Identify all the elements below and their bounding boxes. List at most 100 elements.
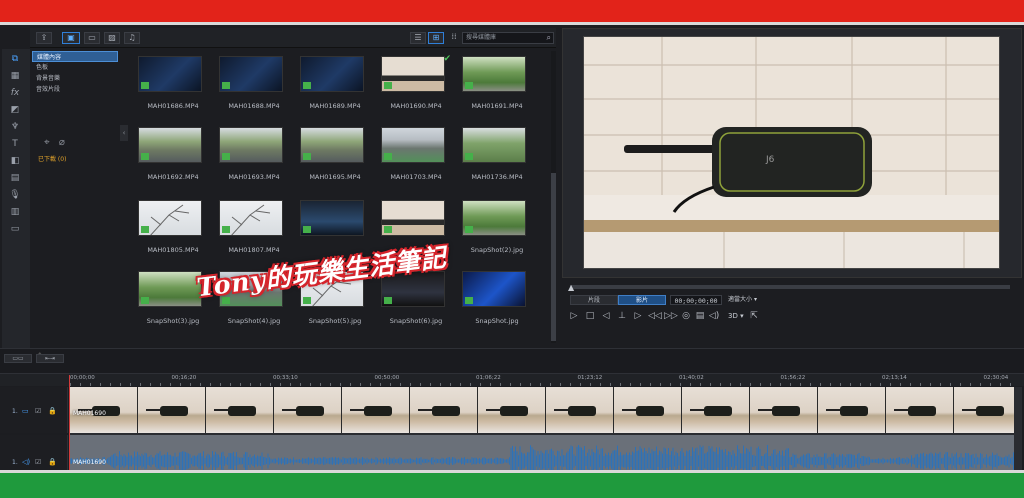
snapshot-icon[interactable]: ◎ (680, 310, 692, 322)
clip-thumbnail (462, 56, 526, 92)
timecode-display[interactable]: 00;00;00;00 (670, 295, 722, 305)
ruler-timecode: 00;00;00 (70, 375, 95, 381)
search-input[interactable]: 搜尋媒體庫 ⌕ (462, 32, 554, 44)
tree-item-bgm[interactable]: 背景音樂 (32, 73, 118, 84)
subtitle-icon[interactable]: ▤ (694, 310, 706, 322)
ruler-timecode: 01;40;02 (679, 375, 704, 381)
device-shape (704, 406, 732, 416)
video-track-clip[interactable]: MAH01690 (70, 387, 1014, 433)
ruler-timecode: 00;16;20 (171, 375, 197, 381)
track-lock-icon[interactable]: 🔒 (48, 407, 57, 415)
progress-handle-icon[interactable]: ▲ (568, 283, 574, 292)
clip-name: SnapShot(3).jpg (146, 317, 200, 325)
title-room-icon[interactable]: T (8, 138, 22, 150)
play-icon[interactable]: ▷ (568, 310, 580, 322)
ruler-timecode: 02;13;14 (882, 375, 907, 381)
library-scroll-thumb[interactable] (551, 173, 556, 341)
particle-room-icon[interactable]: ♆ (8, 121, 22, 133)
device-shape (840, 406, 868, 416)
next-frame-icon[interactable]: ▷ (632, 310, 644, 322)
track-enable-checkbox[interactable]: ☑ (35, 407, 41, 415)
clip-name: MAH01686.MP4 (147, 102, 199, 110)
in-use-marker (303, 82, 311, 89)
subtitle-room-icon[interactable]: ▭ (8, 223, 22, 235)
tree-item-sfx[interactable]: 音效片段 (32, 84, 118, 95)
tree-item-media[interactable]: 媒體內容 (32, 51, 118, 62)
template-room-icon[interactable]: ▦ (8, 70, 22, 82)
timeline-ruler[interactable]: 00;00;00 00;16;20 00;33;10 00;50;00 01;06;22… (0, 373, 1024, 386)
clip-name: SnapShot(5).jpg (308, 317, 362, 325)
all-media-filter-icon[interactable]: ▣ (62, 32, 80, 44)
playback-controls: ▲ 片段 影片 00;00;00;00 適當大小 ▾ ▷ □ ◁ ⊥ ▷ ◁◁ … (562, 280, 1022, 348)
storyboard-view-button[interactable]: ▭▭ (4, 354, 32, 363)
library-toolbar: ⇪ ▣ ▭ ▨ ♫ ☰ ⊞ ⁞⁞ 搜尋媒體庫 ⌕ (30, 28, 556, 48)
in-use-marker (384, 82, 392, 89)
filmstrip-frame (546, 387, 614, 433)
filmstrip-frame (342, 387, 410, 433)
tree-item-color-boards[interactable]: 色板 (32, 62, 118, 73)
clip-name: SnapShot.jpg (475, 317, 519, 325)
ruler-timecode: 00;33;10 (273, 375, 298, 381)
clip-thumbnail (219, 127, 283, 163)
ruler-ticks (70, 383, 1020, 386)
zoom-fit-select[interactable]: 適當大小 ▾ (726, 295, 768, 305)
video-editor-window: ⇪ ▣ ▭ ▨ ♫ ☰ ⊞ ⁞⁞ 搜尋媒體庫 ⌕ ⧉ ▦ fx ◩ ♆ T ◧ … (0, 25, 1024, 489)
volume-icon[interactable]: ◁) (708, 310, 720, 322)
clip-name: SnapShot(4).jpg (227, 317, 281, 325)
clip-name: MAH01695.MP4 (309, 173, 361, 181)
grid-view-icon[interactable]: ⁞⁞ (446, 32, 462, 44)
audio-track-icon: ◁) (22, 458, 31, 466)
stop-icon[interactable]: □ (584, 310, 596, 322)
image-filter-icon[interactable]: ▨ (104, 32, 120, 44)
library-scrollbar[interactable] (551, 51, 556, 343)
video-track-header: 1. ▭ ☑ 🔒 (0, 387, 68, 433)
add-tag-icon[interactable]: ⌖ (44, 137, 50, 148)
in-use-marker (303, 226, 311, 233)
audio-filter-icon[interactable]: ♫ (124, 32, 140, 44)
clip-mode-button[interactable]: 片段 (570, 295, 618, 305)
import-media-icon[interactable]: ⇪ (36, 32, 52, 44)
filmstrip-frame (954, 387, 1014, 433)
media-room-icon[interactable]: ⧉ (8, 53, 22, 65)
remove-tag-icon[interactable]: ⌀ (59, 137, 65, 148)
clip-name: MAH01703.MP4 (390, 173, 442, 181)
movie-mode-button[interactable]: 影片 (618, 295, 666, 305)
filmstrip-frame (138, 387, 206, 433)
details-view-icon[interactable]: ⊞ (428, 32, 444, 44)
clip-thumbnail (381, 127, 445, 163)
in-use-marker (141, 82, 149, 89)
fast-forward-icon[interactable]: ▷▷ (664, 310, 678, 322)
playback-progress-slider[interactable] (570, 285, 1010, 289)
clip-name: MAH01807.MP4 (228, 246, 280, 254)
undock-preview-icon[interactable]: ⇱ (748, 310, 760, 322)
clip-thumbnail (300, 56, 364, 92)
clip-thumbnail (138, 56, 202, 92)
video-filter-icon[interactable]: ▭ (84, 32, 100, 44)
pip-room-icon[interactable]: ◩ (8, 104, 22, 116)
in-use-marker (465, 153, 473, 160)
list-view-icon[interactable]: ☰ (410, 32, 426, 44)
audio-track-lock-icon[interactable]: 🔒 (48, 458, 57, 466)
rewind-icon[interactable]: ◁◁ (648, 310, 662, 322)
in-use-marker (384, 153, 392, 160)
audio-mixing-room-icon[interactable]: ▤ (8, 172, 22, 184)
fx-room-icon[interactable]: fx (8, 87, 22, 99)
timeline-view-button[interactable]: ⇤⇥ (36, 354, 64, 363)
audio-track-enable-checkbox[interactable]: ☑ (35, 458, 41, 466)
filmstrip-frame (818, 387, 886, 433)
preview-viewport: J6 (583, 36, 1000, 269)
clip-name: MAH01693.MP4 (228, 173, 280, 181)
downloaded-folder[interactable]: 已下載 (0) (38, 154, 66, 163)
in-use-marker (465, 297, 473, 304)
transition-room-icon[interactable]: ◧ (8, 155, 22, 167)
in-use-marker (222, 153, 230, 160)
collapse-tree-button[interactable]: ‹ (120, 125, 128, 141)
clip-name: MAH01688.MP4 (228, 102, 280, 110)
filmstrip-frame (886, 387, 954, 433)
voiceover-room-icon[interactable]: 🎙 (8, 189, 22, 201)
search-icon[interactable]: ⌕ (547, 33, 551, 43)
3d-toggle[interactable]: 3D ▾ (728, 310, 744, 322)
split-icon[interactable]: ⊥ (616, 310, 628, 322)
previous-frame-icon[interactable]: ◁ (600, 310, 612, 322)
chapter-room-icon[interactable]: ▥ (8, 206, 22, 218)
